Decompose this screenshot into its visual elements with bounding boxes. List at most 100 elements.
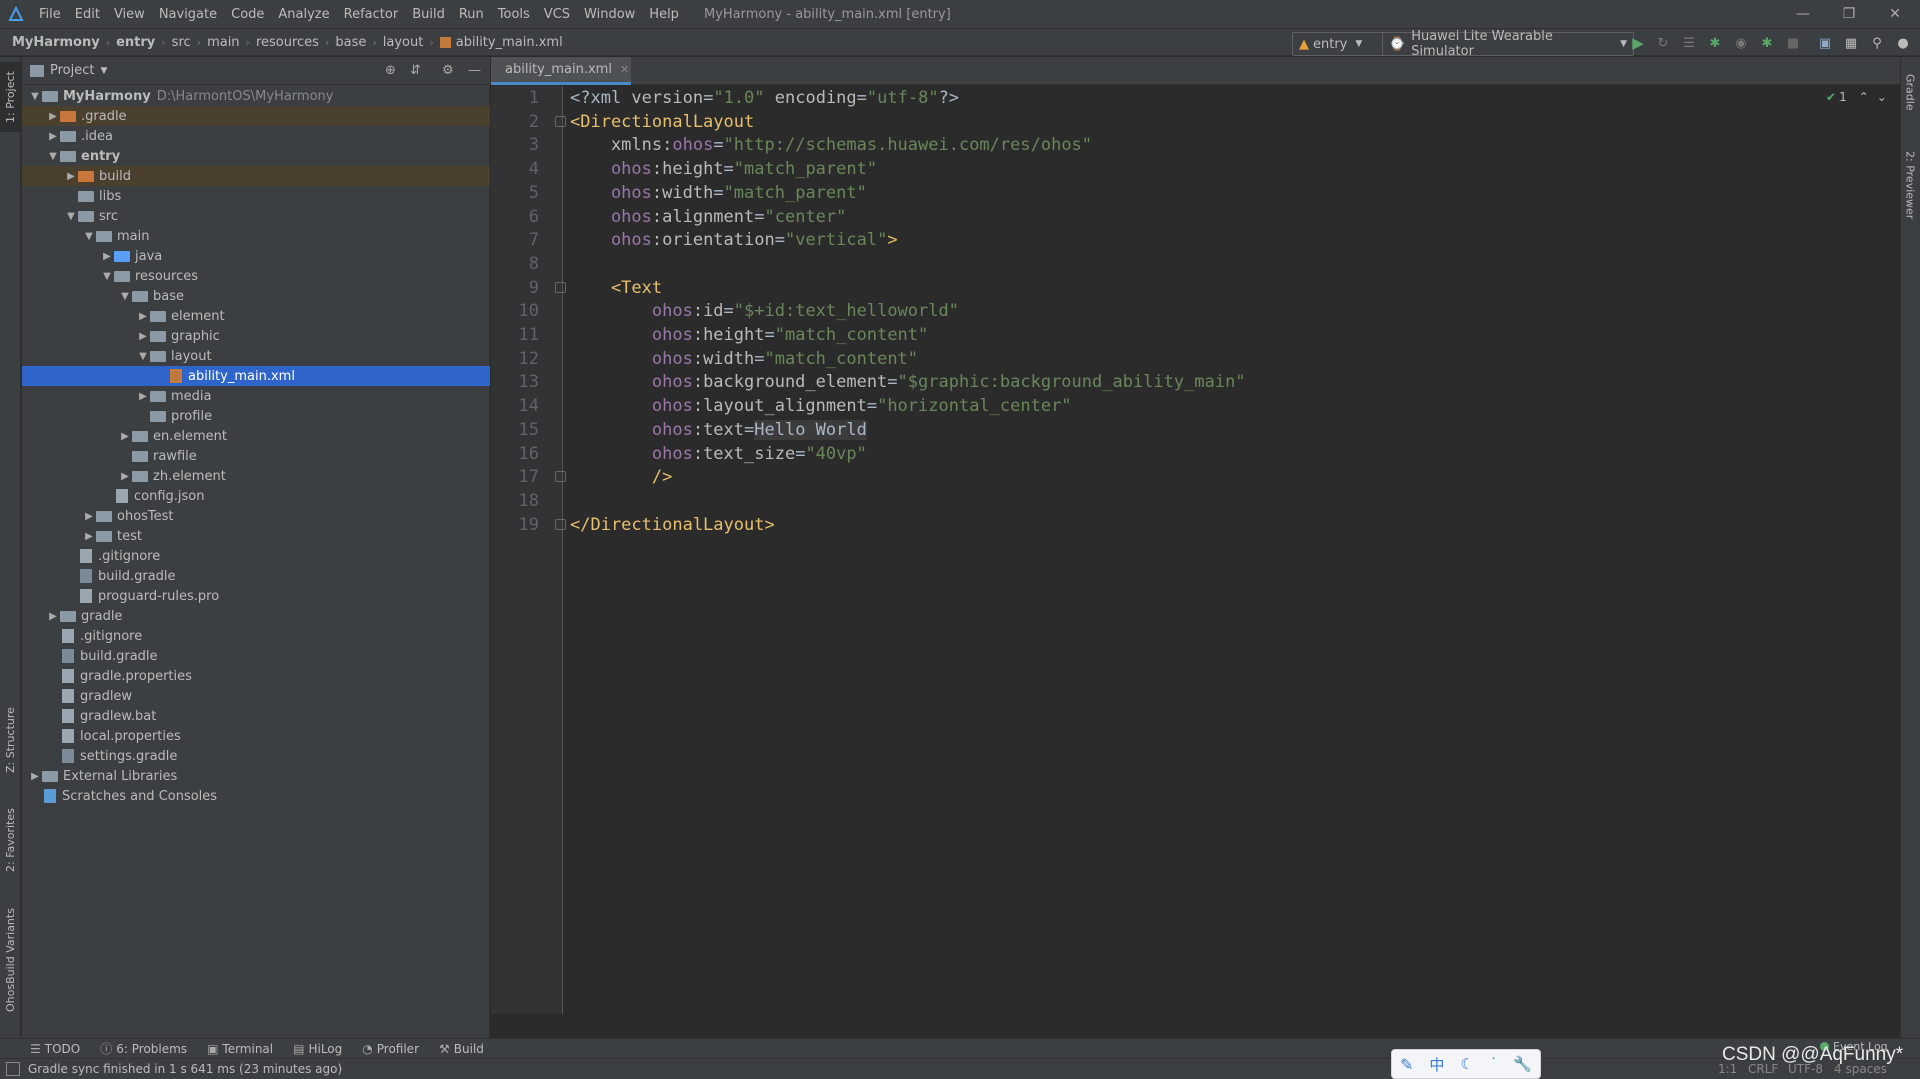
chevron-down-icon[interactable]: ▼: [100, 266, 114, 286]
account-icon[interactable]: ●: [1894, 34, 1912, 52]
chevron-down-icon[interactable]: ▼: [82, 226, 96, 246]
device-selector[interactable]: ⌚ Huawei Lite Wearable Simulator ▼: [1382, 29, 1634, 59]
rerun-icon[interactable]: ↻: [1654, 34, 1672, 52]
tree-item[interactable]: ▶ zh.element: [22, 466, 490, 486]
breadcrumb-item[interactable]: MyHarmony: [8, 35, 104, 50]
previewer-tool-tab[interactable]: 2: Previewer: [1900, 140, 1920, 230]
inspection-widget[interactable]: ✔ 1 ⌃ ⌄: [1826, 90, 1887, 104]
breadcrumb-item[interactable]: entry: [112, 35, 159, 50]
tree-root[interactable]: ▼ MyHarmony D:\HarmontOS\MyHarmony: [22, 86, 490, 106]
tree-item[interactable]: build.gradle: [22, 566, 490, 586]
tree-item[interactable]: ▶ build: [22, 166, 490, 186]
wrench-icon[interactable]: 🔧: [1513, 1055, 1532, 1073]
fold-marker-icon[interactable]: [555, 471, 566, 482]
tool-window-problems[interactable]: ⓘ 6: Problems: [90, 1040, 197, 1057]
menu-refactor[interactable]: Refactor: [337, 7, 406, 22]
tree-item[interactable]: ▼ resources: [22, 266, 490, 286]
tree-item[interactable]: gradlew: [22, 686, 490, 706]
tree-item[interactable]: ▶ ohosTest: [22, 506, 490, 526]
profile-icon[interactable]: ◉: [1732, 34, 1750, 52]
sdk-manager-icon[interactable]: ▦: [1842, 34, 1860, 52]
chevron-right-icon[interactable]: ▶: [118, 426, 132, 446]
attach-debugger-icon[interactable]: ✱: [1758, 34, 1776, 52]
minimize-button[interactable]: —: [1780, 0, 1826, 28]
project-tool-tab[interactable]: 1: Project: [0, 62, 21, 132]
tree-item[interactable]: gradle.properties: [22, 666, 490, 686]
chevron-down-icon[interactable]: ▼: [46, 146, 60, 166]
close-window-button[interactable]: ✕: [1872, 0, 1918, 28]
tree-item[interactable]: Scratches and Consoles: [22, 786, 490, 806]
menu-analyze[interactable]: Analyze: [271, 7, 336, 22]
chevron-right-icon[interactable]: ▶: [136, 306, 150, 326]
chevron-right-icon[interactable]: ▶: [46, 606, 60, 626]
breadcrumb-item[interactable]: src: [168, 35, 195, 50]
chevron-right-icon[interactable]: ▶: [46, 106, 60, 126]
search-icon[interactable]: ⚲: [1868, 34, 1886, 52]
chevron-up-icon[interactable]: ⌃: [1859, 90, 1869, 104]
hide-panel-icon[interactable]: —: [468, 63, 481, 78]
tree-item[interactable]: proguard-rules.pro: [22, 586, 490, 606]
menu-navigate[interactable]: Navigate: [152, 7, 224, 22]
tree-item[interactable]: ▶ graphic: [22, 326, 490, 346]
menu-window[interactable]: Window: [577, 7, 642, 22]
chevron-right-icon[interactable]: ▶: [136, 326, 150, 346]
tool-window-terminal[interactable]: ▣ Terminal: [197, 1042, 283, 1056]
tree-item[interactable]: settings.gradle: [22, 746, 490, 766]
tool-window-build[interactable]: ⚒ Build: [429, 1042, 494, 1056]
run-icon[interactable]: ▶: [1629, 34, 1647, 52]
tree-item[interactable]: ▼ main: [22, 226, 490, 246]
tree-item[interactable]: libs: [22, 186, 490, 206]
menu-file[interactable]: File: [32, 7, 68, 22]
tool-window-hilog[interactable]: ▤ HiLog: [283, 1042, 352, 1056]
breadcrumb-item[interactable]: base: [331, 35, 370, 50]
chevron-right-icon[interactable]: ▶: [82, 526, 96, 546]
tree-item[interactable]: local.properties: [22, 726, 490, 746]
menu-view[interactable]: View: [107, 7, 152, 22]
debug-icon[interactable]: ✱: [1706, 34, 1724, 52]
menu-run[interactable]: Run: [452, 7, 491, 22]
tree-item[interactable]: build.gradle: [22, 646, 490, 666]
tree-item[interactable]: ▶ en.element: [22, 426, 490, 446]
fold-marker-icon[interactable]: [555, 116, 566, 127]
chevron-down-icon[interactable]: ⌄: [1877, 90, 1887, 104]
ime-mode-icon[interactable]: ✎: [1400, 1055, 1413, 1074]
coverage-icon[interactable]: ☰: [1680, 34, 1698, 52]
breadcrumb-item[interactable]: resources: [252, 35, 323, 50]
menu-help[interactable]: Help: [642, 7, 686, 22]
breadcrumb-item[interactable]: ability_main.xml: [436, 35, 567, 50]
tree-item[interactable]: .gitignore: [22, 546, 490, 566]
stop-icon[interactable]: ■: [1784, 34, 1802, 52]
collapse-all-icon[interactable]: ⇵: [410, 63, 421, 78]
tree-item[interactable]: rawfile: [22, 446, 490, 466]
gradle-tool-tab[interactable]: Gradle: [1900, 62, 1920, 122]
menu-edit[interactable]: Edit: [68, 7, 107, 22]
tool-window-profiler[interactable]: ◔ Profiler: [352, 1042, 429, 1056]
maximize-button[interactable]: ❐: [1826, 0, 1872, 28]
close-tab-icon[interactable]: ✕: [620, 63, 629, 76]
chevron-down-icon[interactable]: ▼: [136, 346, 150, 366]
fold-marker-icon[interactable]: [555, 282, 566, 293]
chevron-down-icon[interactable]: ▼: [118, 286, 132, 306]
favorites-tool-tab[interactable]: 2: Favorites: [0, 800, 21, 880]
tree-item[interactable]: ▼ base: [22, 286, 490, 306]
ime-language-toggle[interactable]: 中: [1429, 1054, 1444, 1075]
punctuation-icon[interactable]: ˙: [1490, 1055, 1498, 1073]
chevron-right-icon[interactable]: ▶: [136, 386, 150, 406]
menu-vcs[interactable]: VCS: [537, 7, 577, 22]
module-selector[interactable]: ▲ entry ▼: [1292, 32, 1386, 56]
tree-item[interactable]: ▼ entry: [22, 146, 490, 166]
tree-item[interactable]: ▶ element: [22, 306, 490, 326]
chevron-right-icon[interactable]: ▶: [82, 506, 96, 526]
tree-item[interactable]: ▶ .idea: [22, 126, 490, 146]
structure-tool-tab[interactable]: Z: Structure: [0, 700, 21, 780]
menu-tools[interactable]: Tools: [491, 7, 537, 22]
tree-item[interactable]: ▶ .gradle: [22, 106, 490, 126]
chevron-right-icon[interactable]: ▶: [100, 246, 114, 266]
menu-code[interactable]: Code: [224, 7, 271, 22]
build-variants-tool-tab[interactable]: OhosBuild Variants: [0, 900, 21, 1020]
tree-item[interactable]: ▶ gradle: [22, 606, 490, 626]
chevron-down-icon[interactable]: ▼: [64, 206, 78, 226]
menu-build[interactable]: Build: [405, 7, 452, 22]
tree-item[interactable]: ▶ test: [22, 526, 490, 546]
tree-item[interactable]: ▼ layout: [22, 346, 490, 366]
